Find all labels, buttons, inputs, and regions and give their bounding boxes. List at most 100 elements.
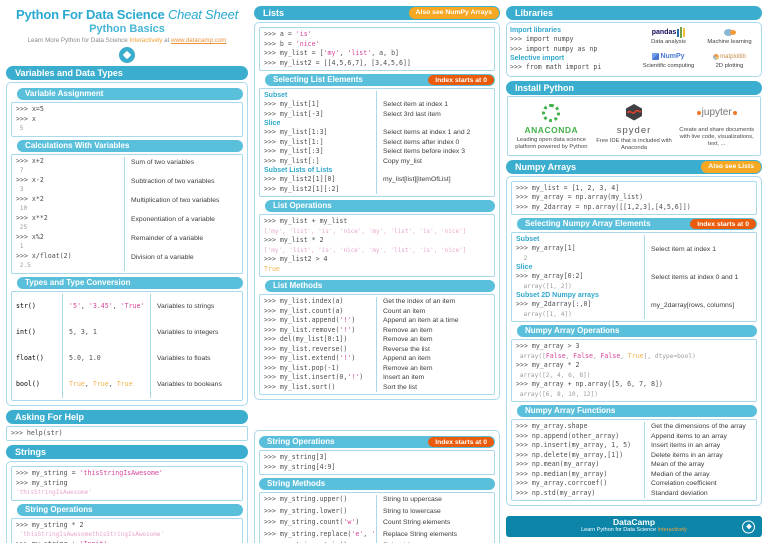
code-block-string-operations: >>> my_string[3] >>> my_string[4:9] bbox=[259, 450, 495, 475]
table-row: >>> my_list.append('!') Append an item at… bbox=[264, 316, 494, 326]
spyder-logo bbox=[596, 101, 673, 125]
type-fn: int() bbox=[16, 327, 36, 336]
page-title: Python For Data Science Cheat Sheet bbox=[6, 7, 248, 22]
pandas-library: pandas Data analysis bbox=[640, 26, 697, 48]
install-python-box: ANACONDA Leading open data science platf… bbox=[507, 95, 761, 156]
badge-also-see-numpy-arrays: Also see NumPy Arrays bbox=[408, 7, 499, 19]
logo-caption: Data analysis bbox=[651, 39, 686, 45]
desc-cell: Reverse the list bbox=[376, 344, 494, 354]
code-block-import: >>> import numpy >>> import numpy as np bbox=[510, 35, 598, 53]
type-conversion-table: str() '5', '3.45', 'True' Variables to str… bbox=[11, 290, 243, 401]
code-cell: >>> x/float(2) 2.5 bbox=[16, 251, 72, 270]
subsection-list-methods: List Methods bbox=[265, 280, 495, 292]
logo-caption: Free IDE that is included with Anaconda bbox=[596, 137, 672, 151]
calculations-table: >>> x+2 7 Sum of two variables >>> x-2 3 S… bbox=[11, 153, 243, 274]
group-label: Subset 2D Numpy arrays bbox=[516, 292, 599, 299]
code-cell: >>> x*2 10 bbox=[16, 194, 44, 213]
scikit-learn-logo bbox=[701, 26, 758, 39]
code-cell: >>> np.std(my_array) bbox=[516, 488, 596, 497]
pandas-wordmark: pandas bbox=[651, 29, 677, 36]
variables-group: Variable Assignment >>> x=5 >>> x 5 Calcu… bbox=[6, 82, 248, 406]
table-row: >>> np.median(my_array) Median of the arr… bbox=[516, 469, 756, 479]
numpy-functions-table: >>> my_array.shape Get the dimensions of … bbox=[511, 419, 757, 501]
anaconda-item: ANACONDA Leading open data science platf… bbox=[510, 101, 593, 152]
desc-cell: Mean of the array bbox=[644, 460, 756, 470]
table-row: >>> my_2darray[:,0] array([1, 4]) my_2dar… bbox=[516, 300, 756, 319]
logo-caption: Scientific computing bbox=[642, 63, 695, 70]
table-row: >>> my_string.upper() String to uppercase bbox=[264, 495, 494, 507]
desc-cell: Select item at index 1 bbox=[644, 244, 756, 263]
code-cell: >>> x**2 25 bbox=[16, 213, 48, 232]
table-row: >>> my_list.count(a) Count an item bbox=[264, 306, 494, 316]
code-cell: >>> np.insert(my_array, 1, 5) bbox=[516, 441, 632, 449]
page-title-italic: Cheat Sheet bbox=[167, 7, 239, 22]
table-row: >>> del(my_list[0:1]) Remove an item bbox=[264, 335, 494, 345]
table-row: >>> x/float(2) 2.5 Division of a variable bbox=[16, 251, 242, 271]
code-cell: >>> x-2 3 bbox=[16, 175, 44, 194]
code-cell: >>> np.delete(my_array,[1]) bbox=[516, 450, 624, 459]
code-cell: >>> my_list[:] bbox=[264, 156, 320, 165]
table-row: >>> np.std(my_array) Standard deviation bbox=[516, 488, 756, 498]
subsection-title: String Operations bbox=[267, 437, 335, 446]
table-row: >>> x-2 3 Subtraction of two variables bbox=[16, 175, 242, 195]
table-row: Subset 2D Numpy arrays bbox=[516, 291, 756, 300]
jupyter-item: jupyter Create and share documents with … bbox=[675, 101, 758, 152]
section-title: Lists bbox=[263, 8, 285, 18]
table-row: >>> np.insert(my_array, 1, 5) Insert item… bbox=[516, 441, 756, 451]
datacamp-url-link[interactable]: www.datacamp.com bbox=[171, 37, 226, 44]
anaconda-wordmark: ANACONDA bbox=[524, 124, 579, 135]
desc-cell: Variables to integers bbox=[150, 319, 242, 346]
code-cell: >>> my_array[1] 2 bbox=[516, 244, 576, 262]
anaconda-ring-icon bbox=[542, 103, 561, 122]
desc-cell: Division of a variable bbox=[124, 251, 242, 271]
table-row: float() 5.0, 1.0 Variables to floats bbox=[16, 345, 242, 372]
code-cell: >>> my_array[0:2] array([1, 2]) bbox=[516, 272, 584, 290]
logo-caption: Leading open data science platform power… bbox=[515, 136, 588, 150]
code-cell: >>> my_2darray[:,0] array([1, 4]) bbox=[516, 300, 592, 318]
left-column: Python For Data Science Cheat Sheet Pyth… bbox=[6, 6, 248, 543]
footer-brand: DataCamp bbox=[612, 517, 656, 527]
code-cell: >>> np.append(other_array) bbox=[516, 431, 620, 440]
code-cell: >>> my_string.count('w') bbox=[264, 518, 360, 526]
code-cell: >>> np.mean(my_array) bbox=[516, 460, 600, 468]
footer-interactively-link[interactable]: Interactively bbox=[658, 527, 687, 533]
table-row: >>> x+2 7 Sum of two variables bbox=[16, 156, 242, 176]
type-example: 5.0, 1.0 bbox=[62, 345, 150, 372]
lists-group: >>> a = 'is' >>> b = 'nice' >>> my_list = … bbox=[254, 22, 500, 400]
table-row: >>> my_list.insert(0,'!') Insert an item bbox=[264, 373, 494, 383]
subsection-title: Selecting Numpy Array Elements bbox=[525, 219, 651, 228]
table-row: >>> my_list[1:] Select items after index … bbox=[264, 137, 494, 147]
pandas-bar-icon bbox=[683, 28, 686, 37]
jupyter-moon-icon bbox=[696, 110, 701, 115]
datacamp-logo bbox=[119, 47, 135, 63]
desc-cell: Variables to strings bbox=[150, 293, 242, 320]
type-example: '5', '3.45', 'True' bbox=[62, 293, 150, 320]
desc-cell: Insert an item bbox=[376, 373, 494, 383]
code-cell: >>> x+2 7 bbox=[16, 156, 44, 175]
spyder-web-icon bbox=[626, 104, 642, 121]
desc-cell: Select items at index 0 and 1 bbox=[644, 272, 756, 291]
table-row: >>> np.delete(my_array,[1]) Delete items … bbox=[516, 450, 756, 460]
section-header-numpy-arrays: Numpy Arrays Also see Lists bbox=[506, 159, 762, 174]
selecting-numpy-elements-table: Subset >>> my_array[1] 2 Select item at i… bbox=[511, 232, 757, 322]
import-libraries-label: Import libraries bbox=[510, 27, 561, 34]
desc-cell: Remove an item bbox=[376, 325, 494, 335]
table-row: >>> my_list[-3] Select 3rd last item bbox=[264, 109, 494, 119]
desc-cell: Count String elements bbox=[376, 518, 494, 530]
table-row: >>> my_array.shape Get the dimensions of … bbox=[516, 422, 756, 432]
code-cell: >>> x%2 1 bbox=[16, 232, 44, 251]
type-fn: float() bbox=[16, 353, 44, 362]
table-row: >>> my_list.reverse() Reverse the list bbox=[264, 344, 494, 354]
scikit-learn-library: Machine learning bbox=[701, 26, 758, 48]
type-fn: str() bbox=[16, 301, 36, 310]
desc-cell: Select items after index 0 bbox=[376, 137, 494, 147]
type-example: 5, 3, 1 bbox=[62, 319, 150, 346]
code-cell: >>> my_list[-3] bbox=[264, 109, 324, 118]
table-row: >>> my_list.sort() Sort the list bbox=[264, 382, 494, 392]
datacamp-footer-logo bbox=[742, 520, 755, 533]
spyder-wordmark: spyder bbox=[616, 124, 652, 136]
pandas-bar-icon bbox=[677, 28, 680, 37]
table-row: Slice bbox=[516, 263, 756, 272]
code-cell: >>> my_list.sort() bbox=[264, 382, 336, 391]
tagline-interactively-link[interactable]: Interactively bbox=[129, 37, 162, 44]
